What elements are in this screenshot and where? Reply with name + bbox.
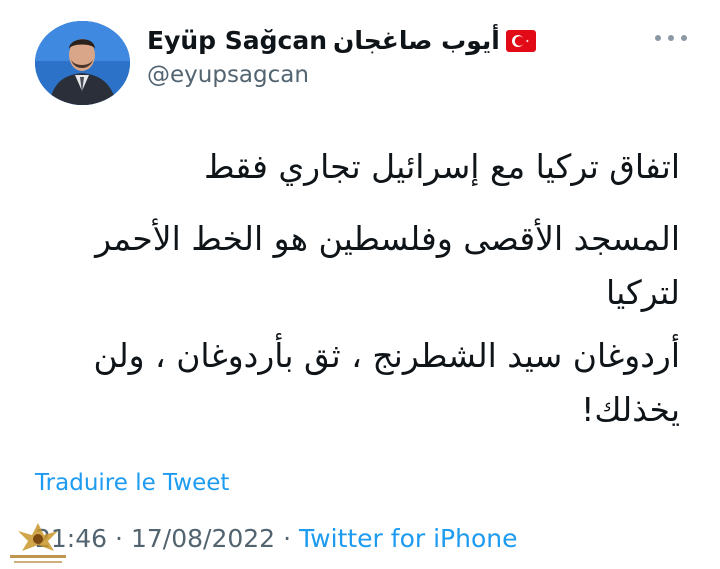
profile-photo	[35, 21, 130, 105]
arabic-name[interactable]: أيوب صاغجان	[333, 26, 500, 55]
meta-separator: ·	[283, 524, 292, 553]
avatar[interactable]	[35, 21, 130, 105]
tweet-paragraph-3: أردوغان سيد الشطرنج ، ثق بأردوغان ، ولن …	[93, 336, 680, 429]
tweet-source-link[interactable]: Twitter for iPhone	[299, 524, 517, 553]
translate-tweet-link[interactable]: Traduire le Tweet	[35, 470, 229, 496]
tweet-meta: 21:46 · 17/08/2022 · Twitter for iPhone	[35, 524, 518, 553]
turkey-flag-icon	[505, 29, 536, 52]
tweet-date[interactable]: 17/08/2022	[131, 524, 275, 553]
forum-watermark-logo	[10, 523, 66, 563]
display-name-row[interactable]: Eyüp Sağcan أيوب صاغجان	[147, 26, 536, 55]
dot	[681, 35, 687, 41]
dot	[668, 35, 674, 41]
meta-separator: ·	[115, 524, 123, 553]
user-handle[interactable]: @eyupsagcan	[147, 62, 309, 88]
tweet-paragraph-1: اتفاق تركيا مع إسرائيل تجاري فقط	[204, 147, 680, 186]
tweet-paragraph-2: المسجد الأقصى وفلسطين هو الخط الأحمر لتر…	[95, 219, 680, 312]
more-options-icon[interactable]	[655, 28, 687, 48]
dot	[655, 35, 661, 41]
display-name[interactable]: Eyüp Sağcan	[147, 26, 327, 55]
